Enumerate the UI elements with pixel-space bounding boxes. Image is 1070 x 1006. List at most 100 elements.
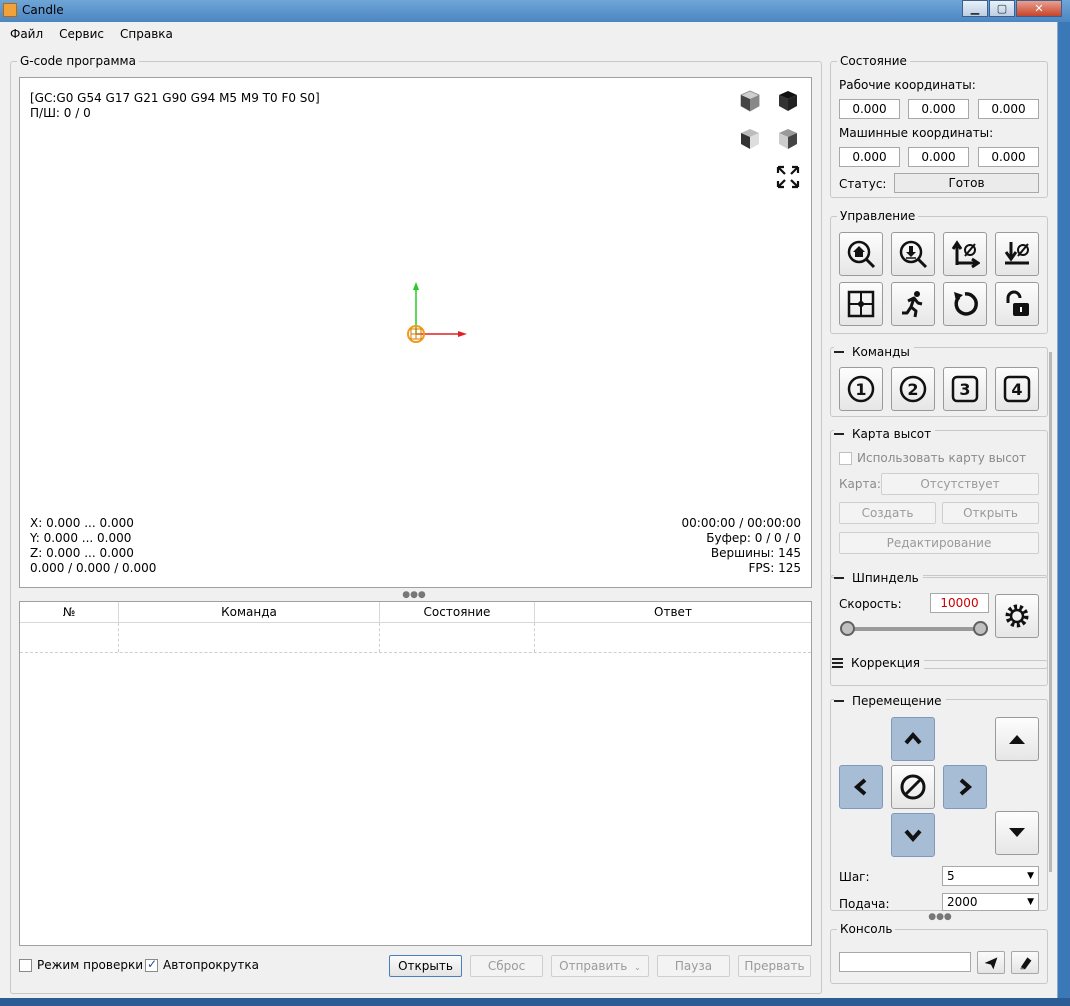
cube-top-icon (779, 91, 797, 111)
spindle-slider-knob[interactable] (973, 621, 988, 636)
zero-z-button[interactable] (995, 232, 1039, 276)
zero-z-icon (1004, 242, 1029, 265)
autoscroll-checkbox[interactable]: Автопрокрутка (145, 957, 259, 972)
zero-xy-button[interactable] (943, 232, 987, 276)
edit-heightmap-button[interactable]: Редактирование (839, 532, 1039, 554)
jog-header[interactable]: Перемещение (834, 694, 946, 708)
spindle-slider-min-knob[interactable] (840, 621, 855, 636)
close-button[interactable]: ✕ (1016, 0, 1062, 17)
jog-x-minus-button[interactable] (839, 765, 883, 809)
spindle-slider-track[interactable] (846, 627, 981, 631)
command-1-text: 1 (855, 380, 866, 399)
create-heightmap-button[interactable]: Создать (839, 502, 936, 524)
table-cell[interactable] (535, 623, 811, 652)
cube-iso-icon (779, 129, 797, 149)
jog-feed-value: 2000 (947, 895, 978, 909)
open-heightmap-button[interactable]: Открыть (942, 502, 1039, 524)
jog-y-plus-button[interactable] (891, 717, 935, 761)
gcode-3d-view[interactable]: [GC:G0 G54 G17 G21 G90 G94 M5 M9 T0 F0 S… (19, 77, 812, 588)
work-coords-label: Рабочие координаты: (839, 78, 976, 92)
check-mode-box[interactable] (19, 958, 32, 972)
console-send-button[interactable] (977, 951, 1005, 974)
maximize-button[interactable]: ▢ (989, 0, 1015, 17)
use-heightmap-box[interactable] (839, 451, 852, 465)
column-number[interactable]: № (20, 602, 119, 622)
table-cell[interactable] (119, 623, 380, 652)
jog-stop-button[interactable] (891, 765, 935, 809)
unlock-button[interactable] (995, 282, 1039, 326)
home-icon (847, 240, 876, 269)
table-cell[interactable] (380, 623, 535, 652)
console-input[interactable] (839, 952, 971, 972)
home-button[interactable] (839, 232, 883, 276)
command-2-text: 2 (907, 380, 918, 399)
spindle-toggle-button[interactable] (995, 594, 1039, 638)
menu-bars-icon (832, 656, 843, 670)
square-four-icon: 4 (1003, 375, 1031, 403)
jog-z-minus-button[interactable] (995, 811, 1039, 855)
check-mode-checkbox[interactable]: Режим проверки (19, 958, 143, 972)
map-value: Отсутствует (881, 473, 1039, 495)
work-z-field: 0.000 (978, 99, 1039, 119)
view-iso-button[interactable] (773, 124, 803, 154)
jog-feed-label: Подача: (839, 897, 890, 911)
control-group-title: Управление (840, 209, 916, 223)
reset-button[interactable]: Сброс (470, 955, 543, 977)
view-front-button[interactable] (735, 86, 765, 116)
abort-button[interactable]: Прервать (738, 955, 811, 977)
use-heightmap-checkbox[interactable]: Использовать карту высот (839, 451, 1026, 465)
table-cell[interactable] (20, 623, 119, 652)
correction-header[interactable]: Коррекция (832, 656, 924, 670)
gcode-table[interactable]: № Команда Состояние Ответ (19, 601, 812, 946)
jog-feed-select[interactable]: 2000 ▼ (942, 893, 1039, 911)
pause-button[interactable]: Пауза (657, 955, 730, 977)
column-response[interactable]: Ответ (535, 602, 811, 622)
right-panel-scrollbar[interactable] (1049, 352, 1052, 872)
console-clear-button[interactable] (1011, 951, 1039, 974)
title-bar: Candle ▁ ▢ ✕ (0, 0, 1070, 22)
soft-reset-button[interactable] (943, 282, 987, 326)
spindle-speed-field[interactable]: 10000 (930, 593, 989, 613)
view-top-button[interactable] (773, 86, 803, 116)
view-fit-button[interactable] (773, 162, 803, 192)
autoscroll-box[interactable] (145, 957, 158, 972)
command-button-1[interactable]: 1 (839, 367, 883, 411)
origin-axes-icon (407, 282, 467, 343)
map-label: Карта: (839, 477, 881, 491)
send-paper-plane-icon (984, 957, 998, 970)
xyz-total: 0.000 / 0.000 / 0.000 (30, 561, 157, 575)
square-three-icon: 3 (951, 375, 979, 403)
jog-y-minus-button[interactable] (891, 813, 935, 857)
command-button-4[interactable]: 4 (995, 367, 1039, 411)
status-value: Готов (894, 173, 1039, 193)
panel-splitter[interactable]: ●●● (926, 913, 954, 922)
machine-y-field: 0.000 (908, 147, 969, 167)
column-command[interactable]: Команда (119, 602, 380, 622)
collapse-icon (834, 577, 844, 579)
column-state[interactable]: Состояние (380, 602, 535, 622)
spindle-header[interactable]: Шпиндель (834, 571, 923, 585)
menu-service[interactable]: Сервис (51, 27, 112, 41)
send-button[interactable]: Отправить ⌄ (551, 955, 649, 977)
table-row[interactable] (20, 623, 811, 653)
circle-one-icon: 1 (847, 375, 875, 403)
origin-button[interactable] (839, 282, 883, 326)
view-table-splitter[interactable]: ●●● (400, 591, 428, 600)
jog-x-plus-button[interactable] (943, 765, 987, 809)
run-button[interactable] (891, 282, 935, 326)
view-left-button[interactable] (735, 124, 765, 154)
menu-help[interactable]: Справка (112, 27, 181, 41)
open-button[interactable]: Открыть (389, 955, 462, 977)
commands-header[interactable]: Команды (834, 345, 914, 359)
send-button-label: Отправить (559, 959, 628, 973)
jog-step-select[interactable]: 5 ▼ (942, 866, 1039, 886)
minimize-button[interactable]: ▁ (962, 0, 988, 17)
jog-z-plus-button[interactable] (995, 717, 1039, 761)
probe-z-button[interactable] (891, 232, 935, 276)
gcode-group-title: G-code программа (20, 54, 136, 68)
heightmap-header[interactable]: Карта высот (834, 427, 936, 441)
chevron-up-icon (904, 731, 922, 745)
menu-file[interactable]: Файл (2, 27, 51, 41)
command-button-2[interactable]: 2 (891, 367, 935, 411)
command-button-3[interactable]: 3 (943, 367, 987, 411)
